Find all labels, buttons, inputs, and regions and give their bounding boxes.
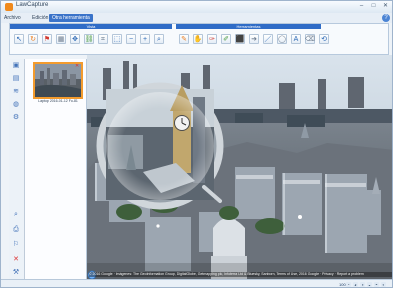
ribbon-group-herramientas: Herramientas	[176, 24, 321, 29]
status-icon-c[interactable]: ◑	[360, 282, 365, 287]
status-icon-d[interactable]: ◒	[367, 282, 372, 287]
tool-pen-icon[interactable]: ✑	[207, 34, 217, 44]
thumbnail-caption: Laptop 2016-01-12 Fo-81	[38, 99, 78, 103]
left-icon-bar: ▣ ▤ ≋ ◍ ⚙ ⌕ ⎙ ⚐ ✕ ⚒	[9, 59, 25, 279]
status-icon-b[interactable]: ◕	[353, 282, 358, 287]
menu-otra-herramienta[interactable]: Otra herramienta	[49, 14, 93, 22]
print-icon[interactable]: ⎙	[11, 225, 21, 235]
window-controls: – □ ✕	[357, 3, 390, 10]
maximize-button[interactable]: □	[369, 3, 378, 10]
tool-layers-icon[interactable]: ⚑	[42, 34, 52, 44]
tool-shape-icon[interactable]: ◯	[277, 34, 287, 44]
ribbon-group-vista: Vista	[10, 24, 172, 29]
tool-rotate-icon[interactable]: ↻	[28, 34, 38, 44]
map-viewer[interactable]	[87, 55, 392, 279]
tool-zoom-fit-icon[interactable]: ⌕	[154, 34, 164, 44]
globe-icon[interactable]: ◍	[11, 100, 21, 110]
aerial-city-image	[87, 55, 392, 279]
status-icon-f[interactable]: ◐	[381, 282, 386, 287]
menu-archivo[interactable]: Archivo	[4, 15, 21, 21]
tool-rotate2-icon[interactable]: ⟲	[319, 34, 329, 44]
tool-zoom-in-icon[interactable]: +	[140, 34, 150, 44]
tool-link-icon[interactable]: ⛓	[84, 34, 94, 44]
tool-marker-icon[interactable]: ✐	[221, 34, 231, 44]
settings-icon[interactable]: ⚒	[11, 268, 21, 278]
bookmark-icon[interactable]: ⚐	[11, 240, 21, 250]
status-icon-e[interactable]: ◓	[374, 282, 379, 287]
tool-zoom-out-icon[interactable]: −	[126, 34, 136, 44]
menu-bar: Archivo Edición Otra herramienta	[1, 13, 392, 23]
tool-line-icon[interactable]: ／	[263, 34, 273, 44]
status-icons: ◔ ◕ ◑ ◒ ◓ ◐	[346, 282, 386, 287]
status-bar: 100 ◔ ◕ ◑ ◒ ◓ ◐	[1, 279, 392, 287]
ribbon: Vista Herramientas ↖ ↻ ⚑ ▦ ✥ ⛓ ⌗ ⬚ − + ⌕…	[9, 23, 389, 55]
tool-arrow2-icon[interactable]: ➜	[249, 34, 259, 44]
help-icon[interactable]: ?	[382, 14, 390, 22]
layers-icon[interactable]: ≋	[11, 87, 21, 97]
map-attribution: © 2016 Google · Imágenes: The GeoInforma…	[89, 272, 392, 277]
tool-text-icon[interactable]: A	[291, 34, 301, 44]
close-icon[interactable]: ✕	[11, 255, 21, 265]
window-title: LawCapture	[16, 2, 49, 8]
image-icon[interactable]: ▤	[11, 74, 21, 84]
title-bar: LawCapture – □ ✕	[1, 1, 392, 13]
thumbnail-panel: ✕ Laptop 2016-01-12 Fo-81	[25, 59, 87, 279]
app-icon	[5, 3, 13, 11]
tool-paint-icon[interactable]: ⬛	[235, 34, 245, 44]
tool-grid-icon[interactable]: ▦	[56, 34, 66, 44]
application-window: LawCapture – □ ✕ Archivo Edición Otra he…	[0, 0, 393, 288]
tool-icon[interactable]: ⚙	[11, 113, 21, 123]
tool-crop-icon[interactable]: ⌗	[98, 34, 108, 44]
page-icon[interactable]: ▣	[11, 61, 21, 71]
search-icon[interactable]: ⌕	[11, 210, 21, 220]
status-icon-a[interactable]: ◔	[346, 282, 351, 287]
minimize-button[interactable]: –	[357, 3, 366, 10]
tool-note-icon[interactable]: ✎	[179, 34, 189, 44]
close-button[interactable]: ✕	[381, 3, 390, 10]
tool-eraser-icon[interactable]: ⌫	[305, 34, 315, 44]
thumbnail-close-icon[interactable]: ✕	[75, 64, 80, 69]
thumbnail-item[interactable]: ✕	[33, 62, 83, 99]
tool-hand-icon[interactable]: ✋	[193, 34, 203, 44]
menu-edicion[interactable]: Edición	[32, 15, 48, 21]
tool-arrow-icon[interactable]: ↖	[14, 34, 24, 44]
tool-select-icon[interactable]: ⬚	[112, 34, 122, 44]
tool-move-icon[interactable]: ✥	[70, 34, 80, 44]
